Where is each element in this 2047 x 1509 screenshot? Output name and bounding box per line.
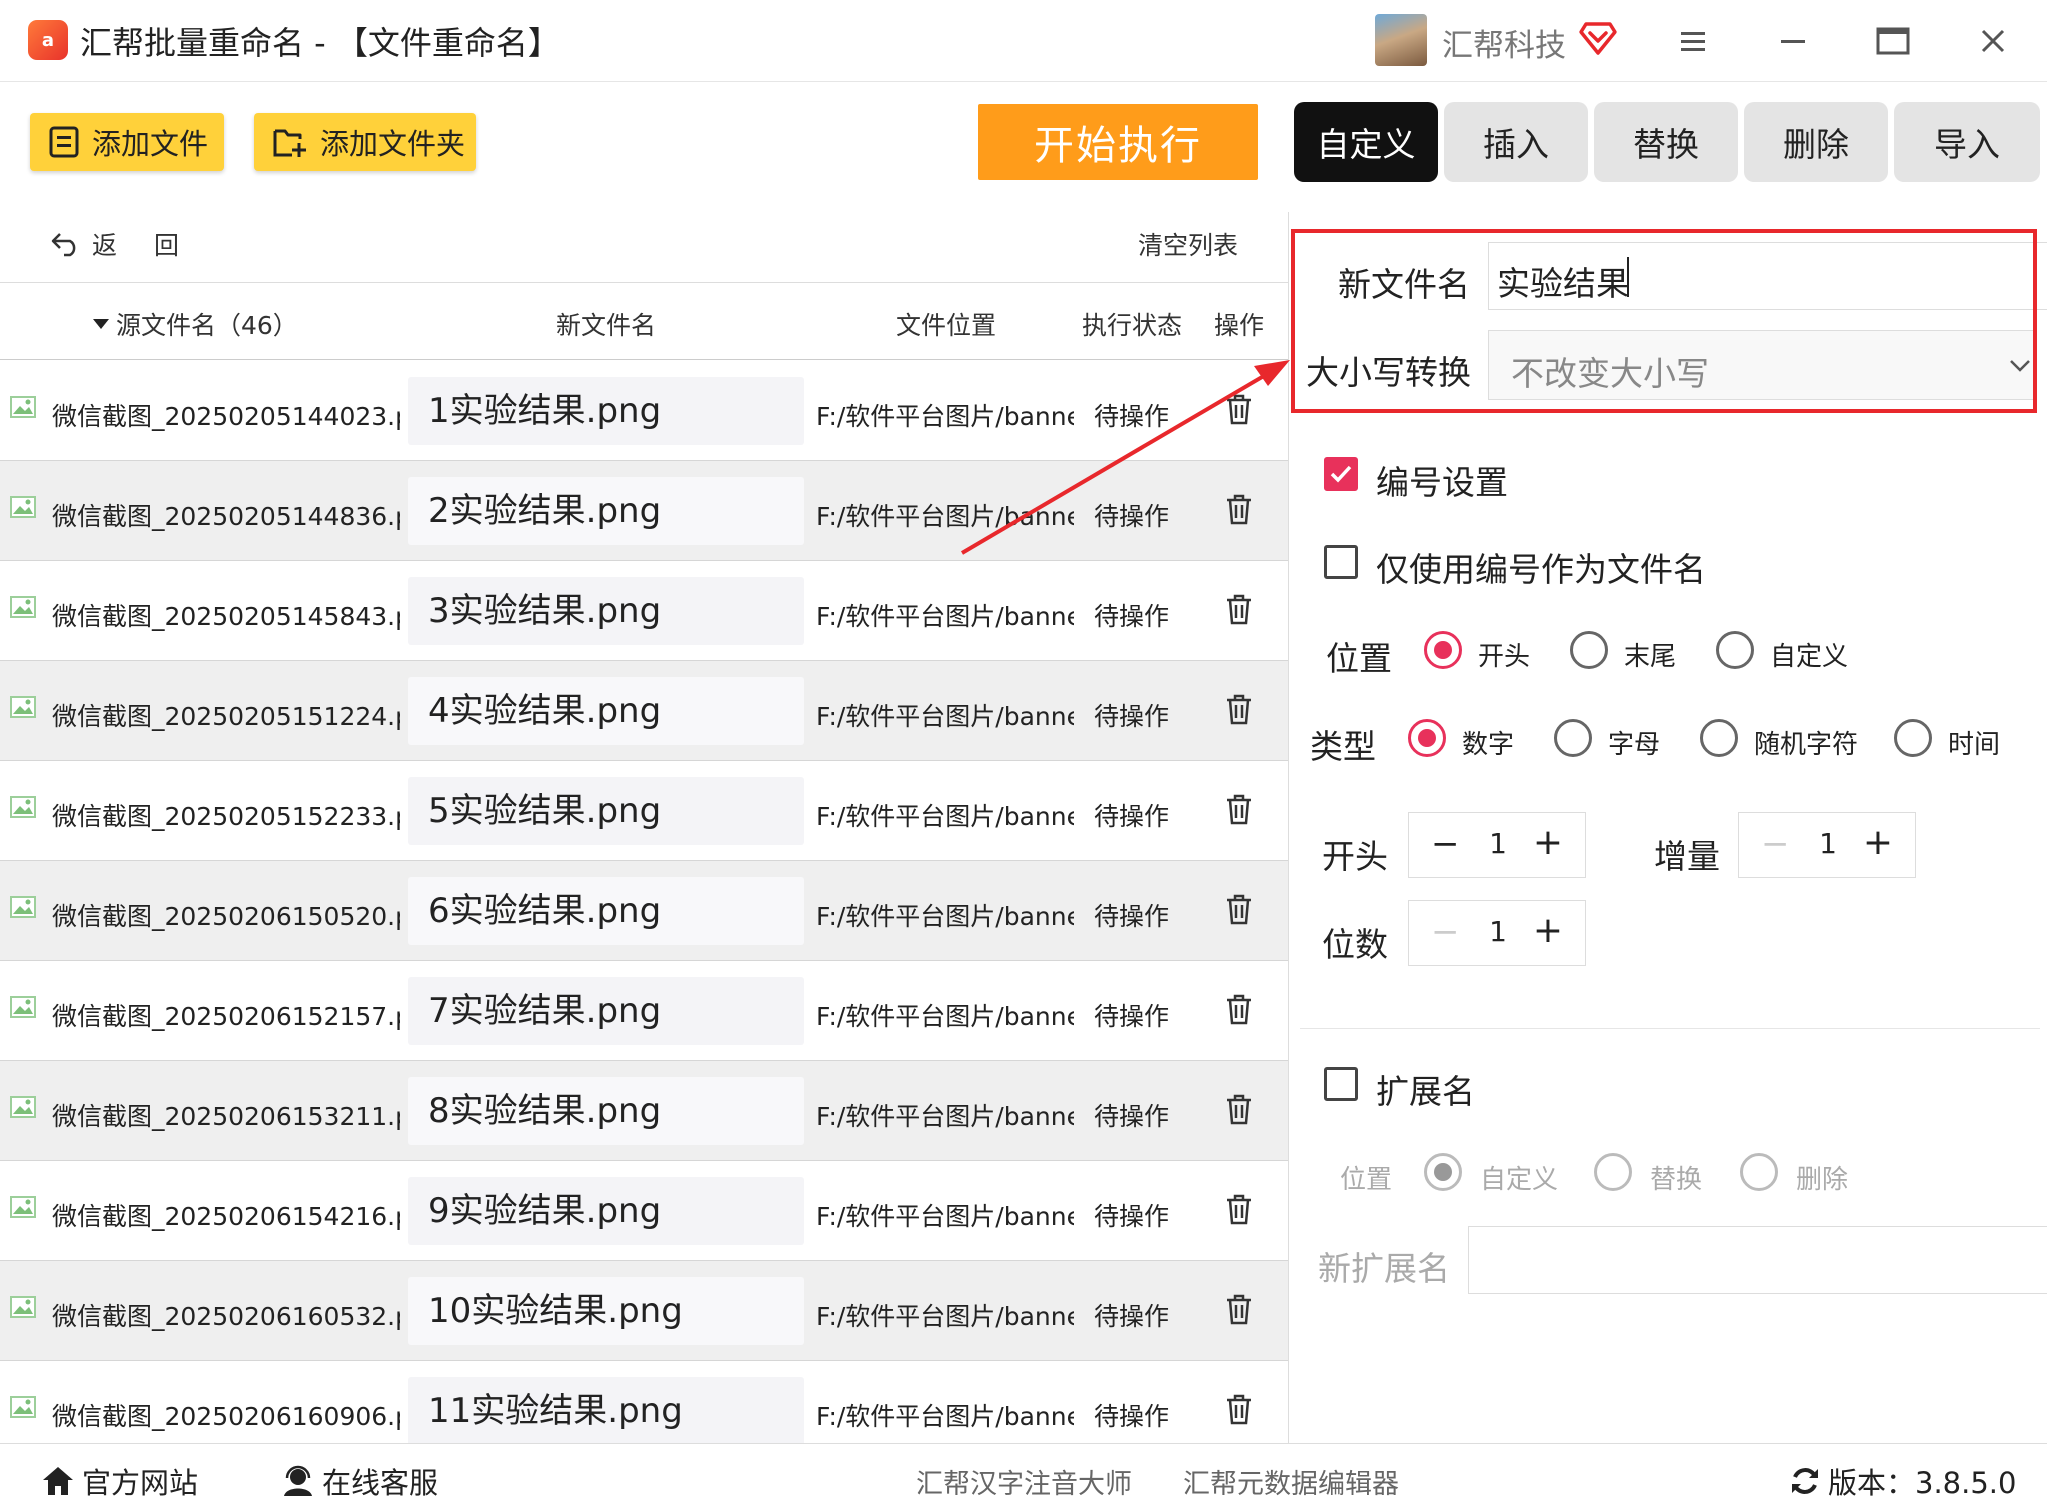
new-extension-input[interactable] (1468, 1226, 2047, 1294)
website-link[interactable]: 官方网站 (40, 1460, 198, 1502)
ext-position-label: 位置 (1340, 1165, 1393, 1195)
type-random-radio[interactable] (1700, 719, 1738, 757)
position-custom-radio[interactable] (1716, 631, 1754, 669)
support-label: 在线客服 (322, 1466, 439, 1500)
start-plus-button[interactable]: + (1533, 825, 1563, 861)
only-number-checkbox[interactable] (1324, 545, 1358, 579)
ext-replace-label: 替换 (1650, 1165, 1703, 1195)
position-end-label: 末尾 (1624, 642, 1677, 672)
position-custom-label: 自定义 (1770, 642, 1849, 672)
position-start-radio[interactable] (1424, 631, 1462, 669)
metadata-tool-link[interactable]: 汇帮元数据编辑器 (1183, 1462, 1399, 1501)
start-label: 开头 (1322, 837, 1388, 876)
type-time-radio[interactable] (1894, 719, 1932, 757)
type-random-label: 随机字符 (1754, 730, 1859, 760)
footer: 官方网站 在线客服 汇帮汉字注音大师 汇帮元数据编辑器 版本：3.8.5.0 (0, 1443, 2047, 1509)
ext-replace-radio[interactable] (1594, 1153, 1632, 1191)
type-number-radio[interactable] (1408, 719, 1446, 757)
digits-label: 位数 (1322, 925, 1388, 964)
checkmark-icon (1330, 465, 1352, 483)
increment-stepper[interactable]: − 1 + (1738, 812, 1916, 878)
type-letter-label: 字母 (1608, 730, 1661, 760)
type-time-label: 时间 (1948, 730, 2001, 760)
pinyin-tool-link[interactable]: 汇帮汉字注音大师 (916, 1462, 1132, 1501)
home-icon (43, 1467, 73, 1495)
version-info[interactable]: 版本：3.8.5.0 (1788, 1460, 2016, 1502)
extension-label: 扩展名 (1376, 1072, 1475, 1111)
type-label: 类型 (1310, 727, 1376, 766)
increment-plus-button[interactable]: + (1863, 825, 1893, 861)
refresh-icon (1792, 1468, 1818, 1494)
type-letter-radio[interactable] (1554, 719, 1592, 757)
digits-plus-button[interactable]: + (1533, 913, 1563, 949)
ext-custom-radio[interactable] (1424, 1153, 1462, 1191)
start-stepper[interactable]: − 1 + (1408, 812, 1586, 878)
ext-custom-label: 自定义 (1480, 1165, 1559, 1195)
numbering-checkbox[interactable] (1324, 457, 1358, 491)
position-label: 位置 (1326, 639, 1392, 678)
support-icon (284, 1465, 312, 1496)
website-label: 官方网站 (82, 1466, 199, 1500)
version-label: 版本：3.8.5.0 (1828, 1466, 2017, 1500)
support-link[interactable]: 在线客服 (280, 1460, 438, 1502)
extension-checkbox[interactable] (1324, 1067, 1358, 1101)
divider (1300, 1028, 2040, 1029)
type-number-label: 数字 (1462, 730, 1515, 760)
position-end-radio[interactable] (1570, 631, 1608, 669)
ext-delete-radio[interactable] (1740, 1153, 1778, 1191)
ext-delete-label: 删除 (1796, 1165, 1849, 1195)
increment-label: 增量 (1654, 837, 1720, 876)
numbering-label: 编号设置 (1376, 463, 1508, 502)
digits-stepper[interactable]: − 1 + (1408, 900, 1586, 966)
only-number-label: 仅使用编号作为文件名 (1376, 550, 1706, 589)
position-start-label: 开头 (1478, 642, 1531, 672)
new-extension-label: 新扩展名 (1318, 1249, 1450, 1288)
